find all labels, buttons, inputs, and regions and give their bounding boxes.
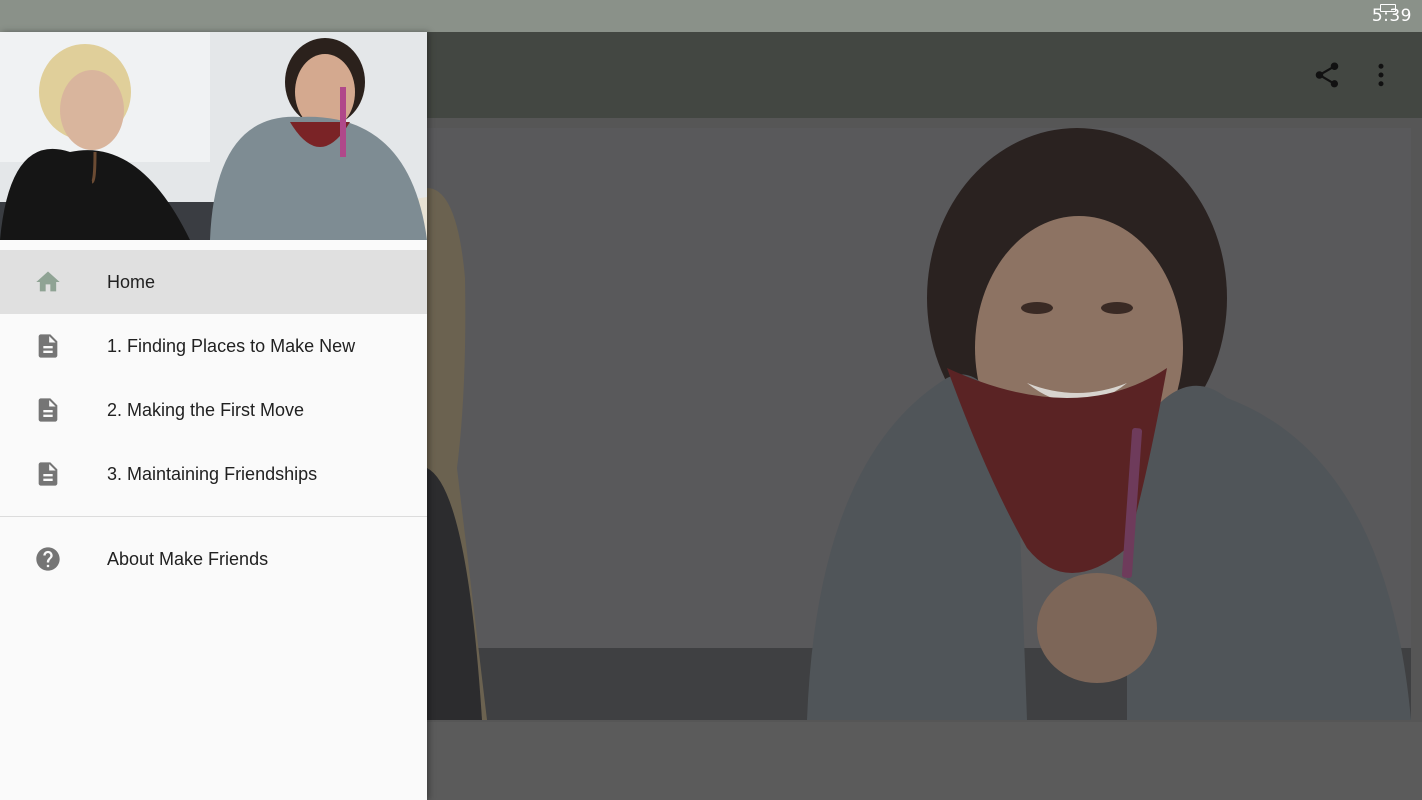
drawer-item-maintaining[interactable]: 3. Maintaining Friendships	[0, 442, 427, 506]
drawer-item-label: 1. Finding Places to Make New	[107, 335, 356, 356]
drawer-item-label: About Make Friends	[107, 548, 269, 569]
status-bar: 5:39	[0, 0, 1422, 32]
content-below	[427, 722, 1422, 800]
drawer-list: Home 1. Finding Places to Make New 2. Ma…	[0, 250, 427, 591]
drawer-item-label: 3. Maintaining Friendships	[107, 463, 318, 484]
drawer-header-image	[0, 32, 427, 240]
toolbar	[427, 32, 1422, 118]
more-vert-icon[interactable]	[1366, 60, 1396, 90]
document-icon	[38, 462, 58, 486]
app-main	[427, 32, 1422, 800]
drawer-item-about[interactable]: About Make Friends	[0, 527, 427, 591]
share-icon[interactable]	[1312, 60, 1342, 90]
drawer-item-first-move[interactable]: 2. Making the First Move	[0, 378, 427, 442]
hero-image	[427, 128, 1411, 720]
content-area	[427, 118, 1422, 800]
drawer-item-home[interactable]: Home	[0, 250, 427, 314]
document-icon	[38, 398, 58, 422]
drawer-item-label: Home	[107, 271, 156, 292]
help-icon	[36, 547, 60, 571]
home-icon	[36, 271, 60, 292]
navigation-drawer: Home 1. Finding Places to Make New 2. Ma…	[0, 32, 427, 800]
drawer-item-finding-places[interactable]: 1. Finding Places to Make New	[0, 314, 427, 378]
document-icon	[38, 334, 58, 358]
drawer-item-label: 2. Making the First Move	[107, 399, 305, 420]
status-time: 5:39	[1371, 6, 1412, 26]
